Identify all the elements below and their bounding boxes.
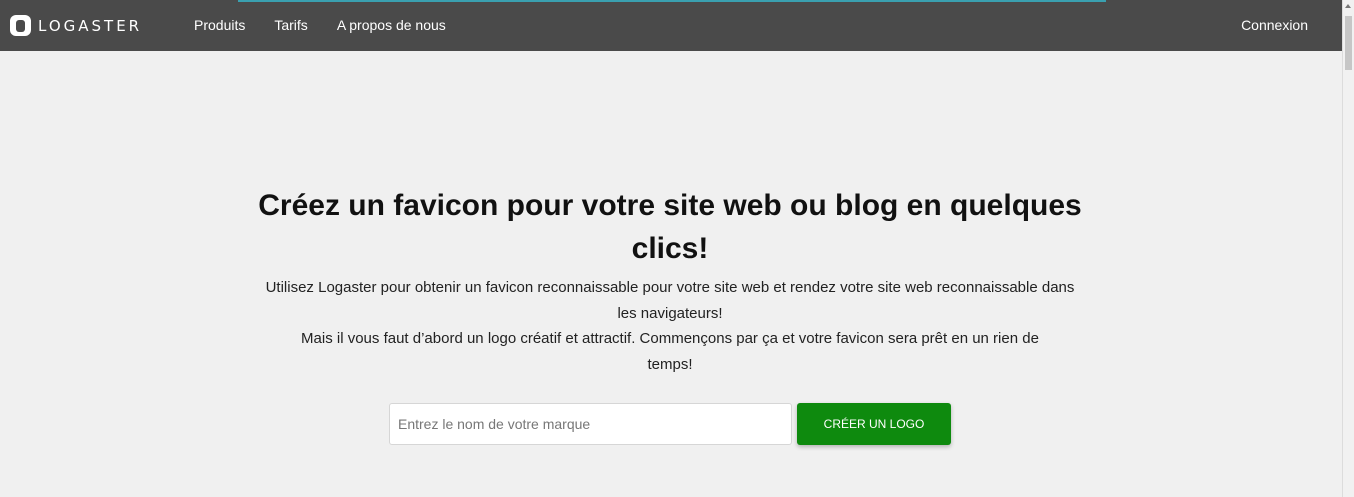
hero-description: Utilisez Logaster pour obtenir un favico… [255, 275, 1085, 377]
nav-item-a-propos[interactable]: A propos de nous [337, 17, 446, 33]
nav-item-produits[interactable]: Produits [194, 17, 245, 33]
hero-paragraph-2: Mais il vous faut d’abord un logo créati… [301, 330, 1039, 373]
login-link[interactable]: Connexion [1241, 17, 1308, 33]
logaster-logo-icon [10, 15, 31, 36]
top-accent-line [238, 0, 1106, 2]
hero-paragraph-1: Utilisez Logaster pour obtenir un favico… [265, 279, 1075, 322]
logo-link[interactable]: LOGASTER [10, 15, 142, 36]
brand-name-input[interactable] [389, 403, 792, 445]
scrollbar-thumb[interactable] [1345, 16, 1352, 70]
nav-item-tarifs[interactable]: Tarifs [274, 17, 307, 33]
brand-form: CRÉER UN LOGO [389, 403, 951, 445]
scroll-up-arrow-icon[interactable] [1345, 4, 1351, 8]
page-title: Créez un favicon pour votre site web ou … [258, 189, 1082, 265]
main-nav: Produits Tarifs A propos de nous [194, 17, 475, 33]
logo-text: LOGASTER [38, 16, 143, 35]
vertical-scrollbar[interactable] [1342, 0, 1354, 497]
top-navbar: LOGASTER Produits Tarifs A propos de nou… [0, 0, 1343, 51]
create-logo-button[interactable]: CRÉER UN LOGO [797, 403, 951, 445]
